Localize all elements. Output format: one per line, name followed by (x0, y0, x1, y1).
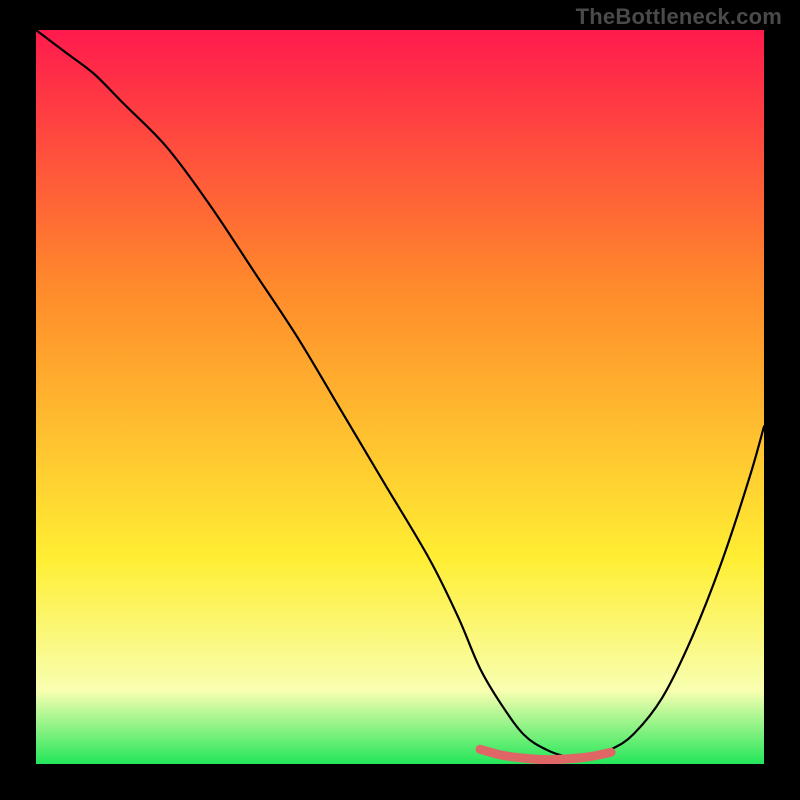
chart-frame: TheBottleneck.com (0, 0, 800, 800)
bottleneck-chart (0, 0, 800, 800)
plot-background (36, 30, 764, 764)
